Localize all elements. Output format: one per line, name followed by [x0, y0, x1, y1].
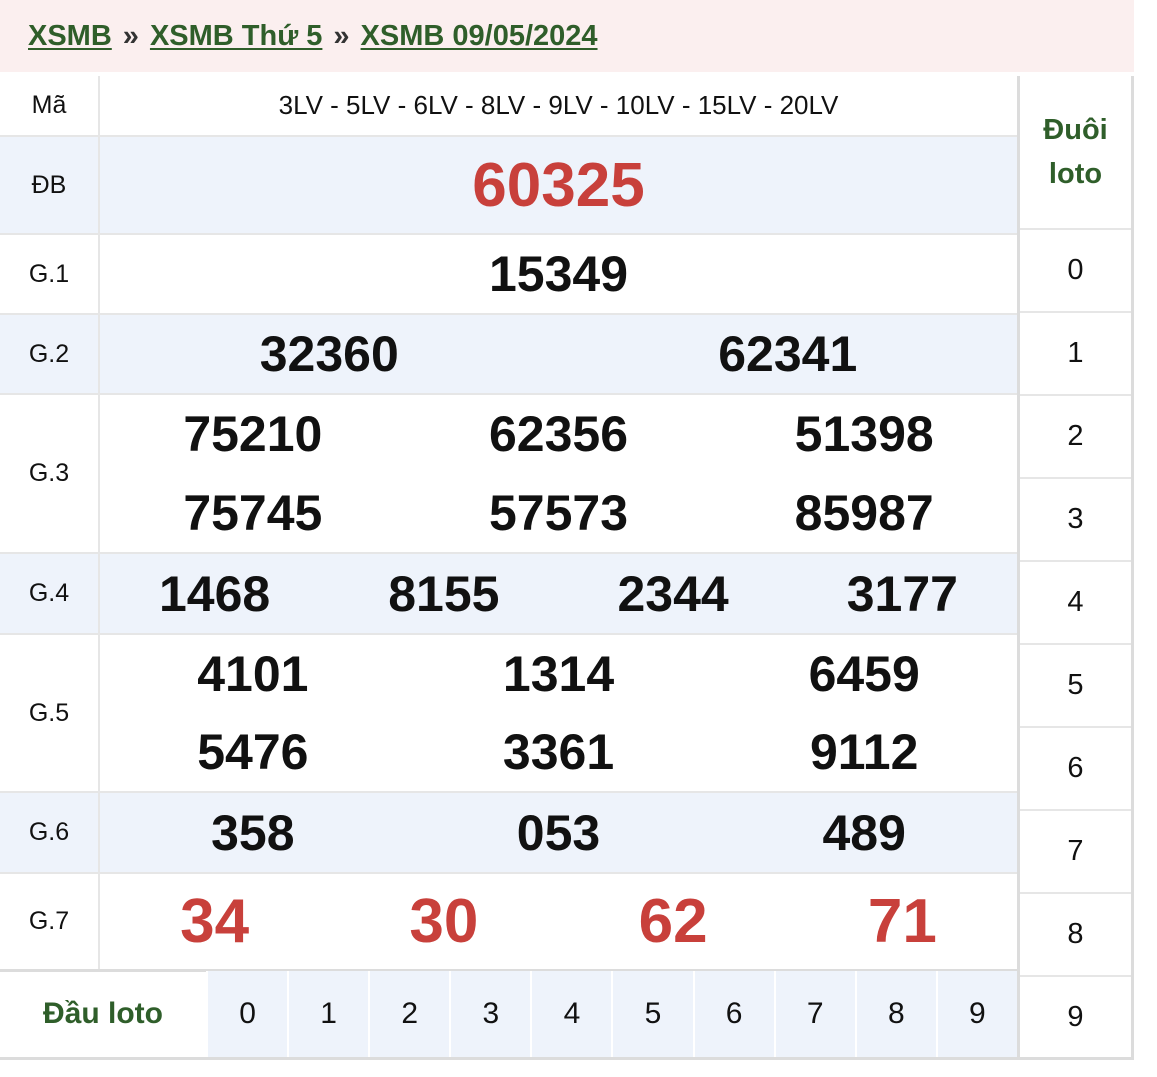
dau-loto-digit[interactable]: 6 [692, 971, 774, 1057]
prize-g2-number: 32360 [259, 326, 399, 382]
dau-loto-row: Đầu loto 0 1 2 3 4 5 6 7 8 9 [0, 971, 1020, 1060]
prize-g3-number: 75745 [183, 484, 323, 541]
row-label-g3: G.3 [0, 395, 100, 552]
ma-codes: 3LV - 5LV - 6LV - 8LV - 9LV - 10LV - 15L… [278, 90, 839, 120]
prize-g5-number: 9112 [809, 724, 919, 780]
prize-g5-number: 3361 [502, 724, 615, 780]
prize-g3-number: 62356 [488, 406, 629, 463]
duoi-loto-digit[interactable]: 7 [1020, 811, 1131, 894]
prize-g5-number: 5476 [197, 724, 309, 780]
row-g6: G.6 358 053 489 [0, 793, 1017, 874]
dau-loto-digit[interactable]: 2 [368, 971, 450, 1057]
dau-loto-label: Đầu loto [43, 997, 163, 1030]
prize-g6-number: 053 [516, 804, 601, 861]
breadcrumb-link-xsmb-date[interactable]: XSMB 09/05/2024 [361, 20, 598, 53]
row-label-g4: G.4 [0, 554, 100, 633]
prize-db-number: 60325 [472, 150, 645, 220]
prize-g7-number: 34 [180, 887, 250, 956]
prize-g2-number: 62341 [718, 326, 858, 382]
row-g3: G.3 75210 62356 51398 75745 57573 85987 [0, 395, 1017, 554]
dau-loto-digit[interactable]: 9 [935, 971, 1017, 1057]
prize-g4-number: 3177 [846, 565, 958, 622]
duoi-loto-digit[interactable]: 4 [1020, 562, 1131, 645]
row-g5: G.5 4101 1314 6459 5476 3361 9112 [0, 635, 1017, 793]
breadcrumb-link-xsmb[interactable]: XSMB [28, 20, 112, 53]
row-g1: G.1 15349 [0, 235, 1017, 315]
prize-g6-number: 489 [822, 804, 906, 861]
row-ma: Mã 3LV - 5LV - 6LV - 8LV - 9LV - 10LV - … [0, 76, 1017, 137]
prize-g5-number: 4101 [197, 646, 309, 702]
row-g4: G.4 1468 8155 2344 3177 [0, 554, 1017, 635]
prize-g7-number: 71 [867, 887, 937, 956]
duoi-loto-digit[interactable]: 6 [1020, 728, 1131, 811]
duoi-loto-digit[interactable]: 5 [1020, 645, 1131, 728]
duoi-loto-digit[interactable]: 8 [1020, 894, 1131, 977]
duoi-loto-digit[interactable]: 0 [1020, 230, 1131, 313]
row-label-db: ĐB [0, 137, 100, 233]
dau-loto-digit[interactable]: 0 [206, 971, 288, 1057]
row-db: ĐB 60325 [0, 137, 1017, 235]
row-label-g6: G.6 [0, 793, 100, 872]
dau-loto-digit[interactable]: 3 [449, 971, 531, 1057]
row-label-g7: G.7 [0, 874, 100, 969]
dau-loto-digit[interactable]: 5 [611, 971, 693, 1057]
dau-loto-digit[interactable]: 4 [530, 971, 612, 1057]
row-label-g5: G.5 [0, 635, 100, 791]
duoi-loto-digit[interactable]: 2 [1020, 396, 1131, 479]
row-g7: G.7 34 30 62 71 [0, 874, 1017, 969]
breadcrumb-separator: » [122, 19, 139, 52]
prize-g3-number: 85987 [794, 484, 934, 541]
prize-g3-number: 75210 [183, 406, 323, 463]
dau-loto-digit[interactable]: 1 [287, 971, 369, 1057]
prize-g7-number: 30 [409, 887, 479, 956]
prize-g7-number: 62 [638, 887, 708, 956]
prize-g3-number: 51398 [794, 406, 934, 463]
row-label-ma: Mã [0, 76, 100, 135]
duoi-loto-header: Đuôi loto [1020, 76, 1131, 230]
duoi-loto-digit[interactable]: 3 [1020, 479, 1131, 562]
results-table: Mã 3LV - 5LV - 6LV - 8LV - 9LV - 10LV - … [0, 76, 1020, 972]
duoi-loto-column: Đuôi loto 0 1 2 3 4 5 6 7 8 9 [1020, 76, 1134, 1060]
duoi-loto-label-line2: loto [1048, 158, 1103, 190]
duoi-loto-digit[interactable]: 1 [1020, 313, 1131, 396]
breadcrumb: XSMB » XSMB Thứ 5 » XSMB 09/05/2024 [0, 0, 1134, 72]
prize-g5-number: 1314 [502, 646, 615, 702]
breadcrumb-link-xsmb-thu-5[interactable]: XSMB Thứ 5 [150, 20, 322, 53]
prize-g4-number: 1468 [159, 565, 271, 622]
prize-g1-number: 15349 [488, 246, 629, 302]
prize-g6-number: 358 [211, 804, 295, 861]
duoi-loto-digit[interactable]: 9 [1020, 977, 1131, 1060]
breadcrumb-separator: » [333, 19, 350, 52]
prize-g4-number: 2344 [617, 565, 729, 622]
dau-loto-digit[interactable]: 7 [773, 971, 855, 1057]
row-label-g1: G.1 [0, 235, 100, 313]
row-g2: G.2 32360 62341 [0, 315, 1017, 395]
dau-loto-digit[interactable]: 8 [854, 971, 936, 1057]
row-label-g2: G.2 [0, 315, 100, 393]
prize-g3-number: 57573 [488, 484, 629, 541]
prize-g4-number: 8155 [388, 565, 500, 622]
duoi-loto-label-line1: Đuôi [1043, 114, 1108, 146]
prize-g5-number: 6459 [808, 646, 920, 702]
